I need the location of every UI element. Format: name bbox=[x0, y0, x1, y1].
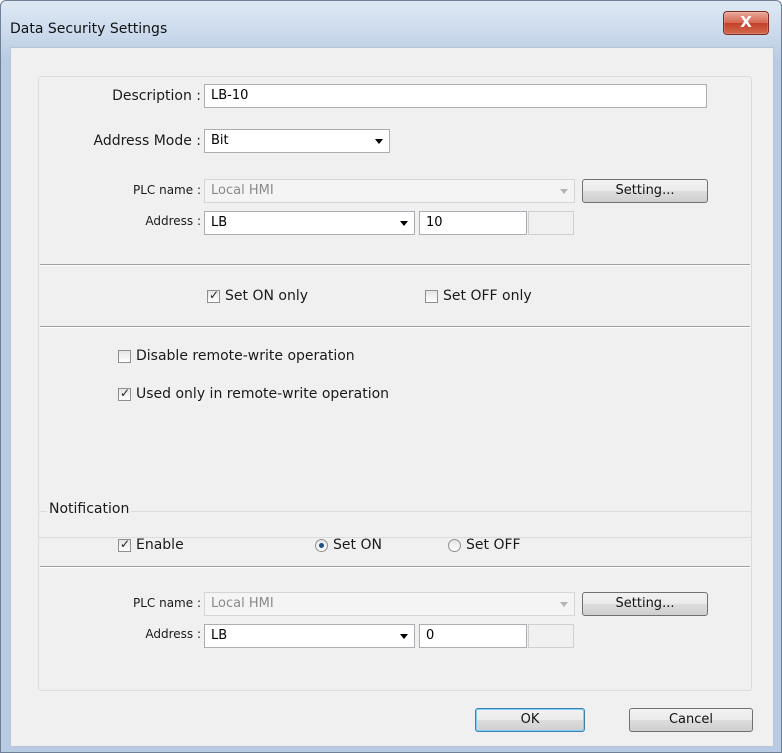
title-bar[interactable]: Data Security Settings X bbox=[1, 1, 781, 41]
plc-setting-button[interactable]: Setting... bbox=[582, 179, 708, 203]
set-on-only-label[interactable]: Set ON only bbox=[225, 288, 308, 304]
separator bbox=[40, 264, 750, 266]
address-device-value: LB bbox=[211, 215, 228, 230]
description-label: Description : bbox=[112, 88, 201, 104]
notify-plc-name-label: PLC name : bbox=[132, 596, 201, 610]
set-off-radio-label[interactable]: Set OFF bbox=[466, 537, 521, 553]
notify-address-extra-box bbox=[528, 624, 574, 648]
chevron-down-icon bbox=[375, 139, 383, 144]
dialog-client: Description : LB-10 Address Mode : Bit P… bbox=[10, 47, 774, 747]
plc-name-value: Local HMI bbox=[211, 183, 274, 198]
notify-plc-setting-button[interactable]: Setting... bbox=[582, 592, 708, 616]
set-off-only-checkbox[interactable] bbox=[425, 290, 438, 303]
notify-plc-name-select[interactable]: Local HMI bbox=[204, 592, 575, 616]
notify-address-field[interactable]: 0 bbox=[419, 624, 527, 648]
notification-legend: Notification bbox=[47, 501, 132, 517]
address-label: Address : bbox=[145, 214, 201, 228]
description-field[interactable]: LB-10 bbox=[204, 84, 707, 108]
close-icon: X bbox=[740, 13, 752, 31]
disable-remote-write-checkbox[interactable] bbox=[118, 350, 131, 363]
set-on-radio[interactable] bbox=[315, 539, 328, 552]
plc-name-select[interactable]: Local HMI bbox=[204, 179, 575, 203]
close-button[interactable]: X bbox=[723, 11, 769, 35]
address-field[interactable]: 10 bbox=[419, 211, 527, 235]
address-extra-box bbox=[528, 211, 574, 235]
chevron-down-icon bbox=[400, 634, 408, 639]
notify-address-label: Address : bbox=[145, 627, 201, 641]
window-title: Data Security Settings bbox=[10, 21, 168, 37]
separator bbox=[40, 566, 750, 568]
set-on-radio-label[interactable]: Set ON bbox=[333, 537, 382, 553]
disable-remote-write-label[interactable]: Disable remote-write operation bbox=[136, 348, 355, 364]
address-mode-value: Bit bbox=[211, 133, 229, 148]
chevron-down-icon bbox=[560, 189, 568, 194]
enable-label[interactable]: Enable bbox=[136, 537, 184, 553]
address-mode-label: Address Mode : bbox=[93, 133, 201, 149]
notify-plc-name-value: Local HMI bbox=[211, 596, 274, 611]
plc-name-label: PLC name : bbox=[132, 183, 201, 197]
used-only-remote-write-label[interactable]: Used only in remote-write operation bbox=[136, 386, 389, 402]
chevron-down-icon bbox=[400, 221, 408, 226]
dialog-window: Data Security Settings X Description : L… bbox=[0, 0, 782, 753]
enable-checkbox[interactable] bbox=[118, 537, 131, 552]
address-mode-select[interactable]: Bit bbox=[204, 129, 390, 153]
notify-address-device-select[interactable]: LB bbox=[204, 624, 415, 648]
set-off-only-label[interactable]: Set OFF only bbox=[443, 288, 532, 304]
ok-button[interactable]: OK bbox=[475, 708, 585, 732]
set-off-radio[interactable] bbox=[448, 539, 461, 552]
separator bbox=[40, 326, 750, 328]
chevron-down-icon bbox=[560, 602, 568, 607]
set-on-only-checkbox[interactable] bbox=[207, 288, 220, 303]
notify-address-device-value: LB bbox=[211, 628, 228, 643]
used-only-remote-write-checkbox[interactable] bbox=[118, 386, 131, 401]
address-device-select[interactable]: LB bbox=[204, 211, 415, 235]
cancel-button[interactable]: Cancel bbox=[629, 708, 753, 732]
